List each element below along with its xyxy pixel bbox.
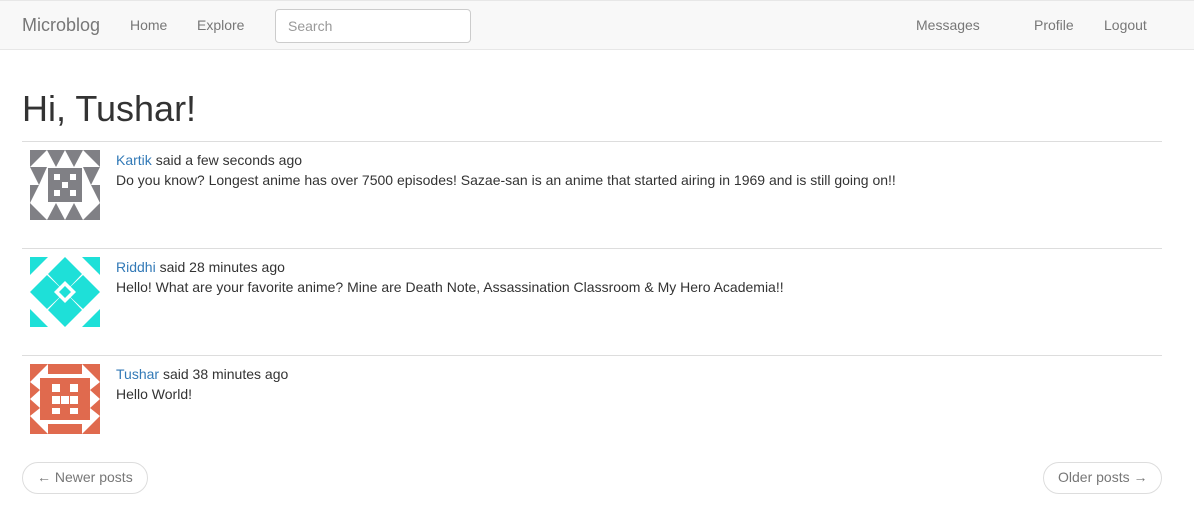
- search-input[interactable]: [275, 9, 471, 43]
- older-posts-button[interactable]: Older posts →: [1043, 462, 1163, 494]
- post-body: Do you know? Longest anime has over 7500…: [116, 172, 896, 188]
- nav-logout-link[interactable]: Logout: [1104, 17, 1147, 33]
- post-timestamp: 38 minutes ago: [192, 366, 289, 382]
- post-said: said: [155, 152, 182, 168]
- post-timestamp: 28 minutes ago: [189, 259, 285, 275]
- post-meta: Kartik said a few seconds ago: [116, 152, 302, 168]
- top-navbar: Microblog Home Explore Messages Profile …: [0, 0, 1194, 50]
- post-meta: Riddhi said 28 minutes ago: [116, 259, 285, 275]
- avatar[interactable]: [30, 364, 100, 434]
- post-said: said: [159, 259, 186, 275]
- avatar[interactable]: [30, 257, 100, 327]
- avatar[interactable]: [30, 150, 100, 220]
- post-said: said: [162, 366, 189, 382]
- post-author-link[interactable]: Kartik: [116, 152, 152, 168]
- nav-home-link[interactable]: Home: [130, 17, 167, 33]
- nav-profile-link[interactable]: Profile: [1034, 17, 1074, 33]
- page-title: Hi, Tushar!: [22, 88, 197, 129]
- brand-link[interactable]: Microblog: [22, 15, 100, 36]
- post-meta: Tushar said 38 minutes ago: [116, 366, 288, 382]
- post-timestamp: a few seconds ago: [185, 152, 303, 168]
- post-body: Hello! What are your favorite anime? Min…: [116, 279, 784, 295]
- nav-messages-link[interactable]: Messages: [916, 17, 980, 33]
- nav-explore-link[interactable]: Explore: [197, 17, 244, 33]
- post-item: Kartik said a few seconds ago Do you kno…: [22, 142, 1162, 238]
- post-body: Hello World!: [116, 386, 192, 402]
- post-author-link[interactable]: Riddhi: [116, 259, 156, 275]
- post-item: Tushar said 38 minutes ago Hello World!: [22, 356, 1162, 452]
- post-item: Riddhi said 28 minutes ago Hello! What a…: [22, 249, 1162, 345]
- post-author-link[interactable]: Tushar: [116, 366, 159, 382]
- newer-posts-button[interactable]: ← Newer posts: [22, 462, 148, 494]
